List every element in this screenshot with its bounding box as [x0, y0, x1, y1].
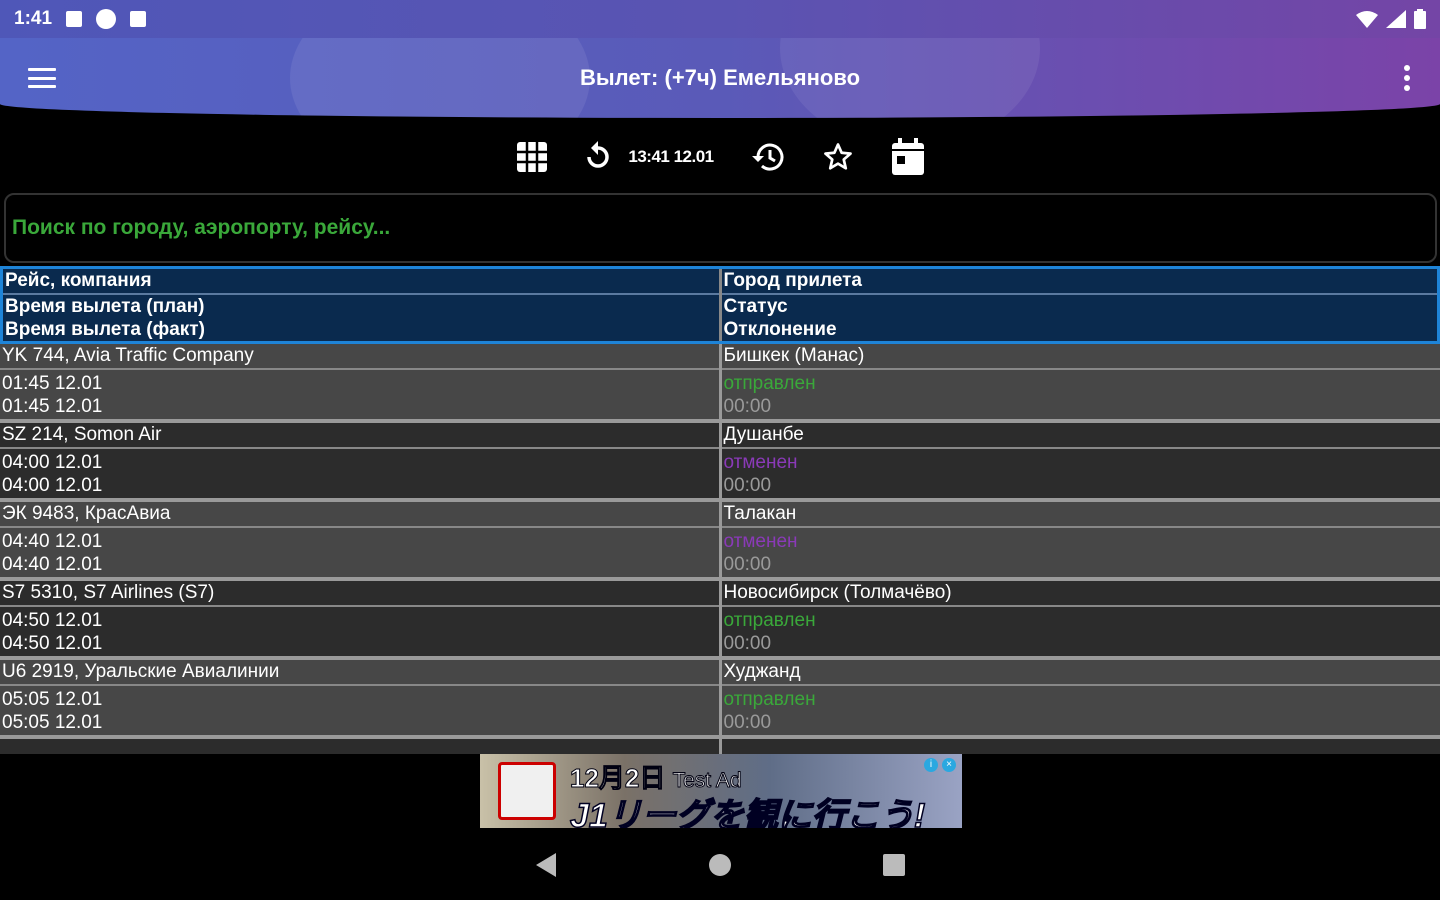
row-right — [718, 739, 1440, 754]
grid-view-button[interactable] — [512, 137, 552, 177]
plan-time: 01:45 12.01 — [2, 373, 103, 394]
refresh-button[interactable] — [578, 137, 618, 177]
row-left: YK 744, Avia Traffic Company 01:45 12.01… — [0, 344, 719, 419]
battery-icon — [1414, 9, 1426, 29]
star-icon — [823, 143, 852, 170]
status-bar: 1:41 — [0, 0, 1440, 38]
header-fact-time: Время вылета (факт) — [5, 319, 205, 340]
flight-name: ЭК 9483, КрасАвиа — [0, 502, 719, 528]
fact-time: 04:40 12.01 — [2, 554, 103, 575]
wifi-icon — [1356, 11, 1378, 28]
flight-delay: 00:00 — [723, 712, 772, 733]
more-options-icon[interactable] — [1404, 65, 1410, 91]
plan-time: 04:40 12.01 — [2, 531, 103, 552]
row-right: Бишкек (Манас) отправлен 00:00 — [718, 344, 1440, 419]
refresh-icon — [587, 141, 610, 168]
table-row[interactable]: S7 5310, S7 Airlines (S7) 04:50 12.01 04:… — [0, 581, 1440, 660]
flight-status: отправлен — [723, 610, 816, 631]
row-left: S7 5310, S7 Airlines (S7) 04:50 12.01 04:… — [0, 581, 719, 656]
row-left: SZ 214, Somon Air 04:00 12.01 04:00 12.01 — [0, 423, 719, 498]
history-icon — [751, 143, 784, 171]
search-input[interactable]: Поиск по городу, аэропорту, рейсу... — [4, 193, 1437, 263]
grid-icon — [517, 142, 548, 172]
arrival-city: Новосибирск (Толмачёво) — [721, 581, 1440, 607]
search-placeholder: Поиск по городу, аэропорту, рейсу... — [12, 216, 391, 239]
row-right: Худжанд отправлен 00:00 — [718, 660, 1440, 735]
flight-status: отменен — [723, 452, 798, 473]
flights-table: Рейс, компания Время вылета (план) Время… — [0, 266, 1440, 754]
ad-close-icon[interactable]: × — [942, 758, 956, 772]
table-row[interactable]: SZ 214, Somon Air 04:00 12.01 04:00 12.01… — [0, 423, 1440, 502]
header-flight: Рейс, компания — [3, 269, 719, 295]
fact-time: 05:05 12.01 — [2, 712, 103, 733]
header-delay: Отклонение — [723, 319, 837, 340]
app-bar: Вылет: (+7ч) Емельяново — [0, 38, 1440, 118]
table-row-partial[interactable] — [0, 739, 1440, 754]
notification-icon — [66, 11, 83, 27]
signal-icon — [1386, 10, 1406, 28]
fact-time: 04:50 12.01 — [2, 633, 103, 654]
table-row[interactable]: U6 2919, Уральские Авиалинии 05:05 12.01… — [0, 660, 1440, 739]
flight-delay: 00:00 — [723, 554, 772, 575]
arrival-city: Худжанд — [721, 660, 1440, 686]
ad-controls: i × — [924, 758, 956, 774]
table-header: Рейс, компания Время вылета (план) Время… — [0, 266, 1440, 344]
update-time: 13:41 12.01 — [628, 147, 714, 166]
header-city: Город прилета — [721, 269, 1437, 295]
row-right: Душанбе отменен 00:00 — [718, 423, 1440, 498]
calendar-icon — [891, 138, 924, 175]
arrival-city-partial — [721, 739, 1440, 754]
flight-name: SZ 214, Somon Air — [0, 423, 719, 449]
navigation-bar — [0, 830, 1440, 900]
back-icon[interactable] — [534, 852, 558, 878]
toolbar: 13:41 12.01 — [0, 132, 1440, 182]
favorites-button[interactable] — [818, 137, 858, 177]
page-title: Вылет: (+7ч) Емельяново — [579, 65, 861, 90]
ad-logo — [498, 762, 556, 820]
header-plan-time: Время вылета (план) — [5, 296, 205, 317]
flight-status: отменен — [723, 531, 798, 552]
plan-time: 04:00 12.01 — [2, 452, 103, 473]
status-time: 1:41 — [14, 8, 53, 29]
ad-banner[interactable]: 12月2日 Test Ad J1リーグを観に行こう! i × — [480, 754, 962, 828]
arrival-city: Душанбе — [721, 423, 1440, 449]
table-row[interactable]: ЭК 9483, КрасАвиа 04:40 12.01 04:40 12.01… — [0, 502, 1440, 581]
plan-time: 05:05 12.01 — [2, 689, 103, 710]
row-left — [0, 739, 719, 754]
flight-delay: 00:00 — [723, 396, 772, 417]
sd-card-icon — [130, 11, 147, 27]
flight-name: S7 5310, S7 Airlines (S7) — [0, 581, 719, 607]
row-left: U6 2919, Уральские Авиалинии 05:05 12.01… — [0, 660, 719, 735]
fact-time: 01:45 12.01 — [2, 396, 103, 417]
flight-name: U6 2919, Уральские Авиалинии — [0, 660, 719, 686]
plan-time: 04:50 12.01 — [2, 610, 103, 631]
flight-name: YK 744, Avia Traffic Company — [0, 344, 719, 370]
home-icon[interactable] — [708, 853, 732, 877]
recents-icon[interactable] — [882, 853, 906, 877]
fact-time: 04:00 12.01 — [2, 475, 103, 496]
header-status: Статус — [723, 296, 788, 317]
ad-line2: J1リーグを観に行こう! — [569, 796, 926, 828]
arrival-city: Талакан — [721, 502, 1440, 528]
arrival-city: Бишкек (Манас) — [721, 344, 1440, 370]
parking-icon — [96, 9, 117, 29]
flight-name-partial — [0, 739, 719, 754]
row-right: Новосибирск (Толмачёво) отправлен 00:00 — [718, 581, 1440, 656]
header-left-column: Рейс, компания Время вылета (план) Время… — [3, 269, 719, 341]
ad-info-icon[interactable]: i — [924, 758, 938, 772]
row-right: Талакан отменен 00:00 — [718, 502, 1440, 577]
calendar-button[interactable] — [888, 137, 928, 177]
history-button[interactable] — [748, 137, 788, 177]
header-right-column: Город прилета Статус Отклонение — [718, 269, 1437, 341]
flight-status: отправлен — [723, 373, 816, 394]
table-row[interactable]: YK 744, Avia Traffic Company 01:45 12.01… — [0, 344, 1440, 423]
flight-delay: 00:00 — [723, 633, 772, 654]
row-left: ЭК 9483, КрасАвиа 04:40 12.01 04:40 12.01 — [0, 502, 719, 577]
flight-delay: 00:00 — [723, 475, 772, 496]
flight-status: отправлен — [723, 689, 816, 710]
